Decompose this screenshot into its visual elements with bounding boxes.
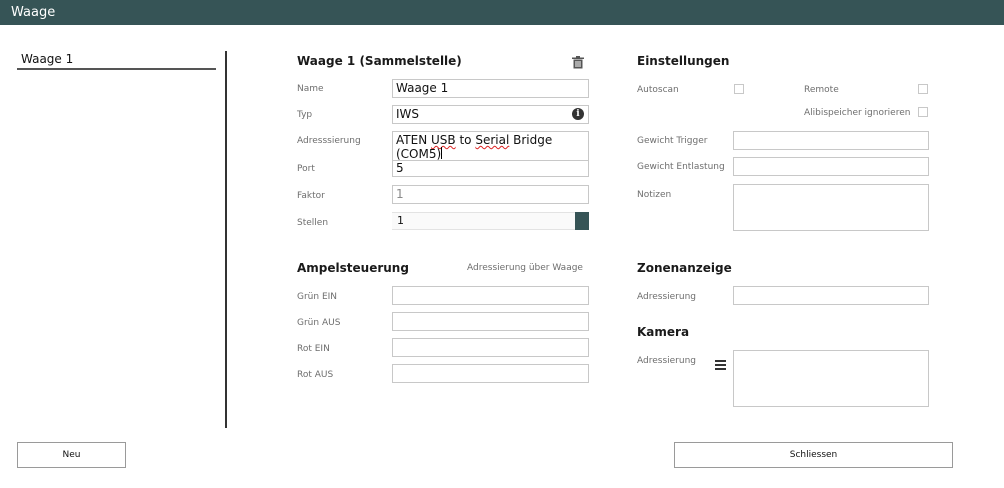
adressierung-line-2: (COM5) (396, 147, 442, 161)
stellen-label: Stellen (297, 218, 329, 228)
gruen-aus-label: Grün AUS (297, 318, 341, 328)
schliessen-button-label: Schliessen (789, 450, 838, 460)
faktor-label: Faktor (297, 191, 325, 201)
neu-button-label: Neu (62, 450, 81, 460)
notizen-textarea[interactable] (733, 184, 929, 231)
adressierung-input[interactable]: ATEN USB to Serial Bridge (COM5) (392, 131, 589, 162)
gewicht-trigger-label: Gewicht Trigger (637, 136, 708, 146)
name-label: Name (297, 84, 324, 94)
remote-label: Remote (804, 85, 839, 95)
stellen-slider-track[interactable] (392, 212, 575, 230)
stellen-value: 1 (397, 214, 404, 227)
gruen-ein-label: Grün EIN (297, 292, 338, 302)
adressierung-word-4: Serial (475, 133, 510, 147)
typ-label: Typ (297, 110, 313, 120)
kamera-adressierung-label: Adressierung (637, 356, 696, 366)
adressierung-word-5: Bridge (513, 133, 553, 147)
sidebar-item-label: Waage 1 (21, 52, 74, 66)
name-input-value: Waage 1 (396, 81, 449, 95)
rot-ein-label: Rot EIN (297, 344, 330, 354)
info-icon[interactable]: i (572, 108, 584, 120)
typ-select[interactable]: IWS (392, 105, 589, 124)
sidebar-item-selected-indicator (17, 68, 216, 70)
alibi-checkbox[interactable] (918, 107, 928, 117)
stellen-slider-handle[interactable] (575, 212, 589, 230)
ampel-heading: Ampelsteuerung (297, 261, 409, 275)
window-title: Waage (11, 5, 56, 20)
menu-icon[interactable] (715, 355, 726, 370)
kamera-heading: Kamera (637, 325, 690, 339)
zonen-heading: Zonenanzeige (637, 261, 732, 275)
einstellungen-heading: Einstellungen (637, 54, 730, 68)
gruen-aus-input[interactable] (392, 312, 589, 331)
port-label: Port (297, 164, 315, 174)
faktor-input[interactable]: 1 (392, 185, 589, 204)
adressierung-word-3: to (459, 133, 472, 147)
kamera-adressierung-textarea[interactable] (733, 350, 929, 407)
sidebar-divider (225, 51, 227, 428)
schliessen-button[interactable]: Schliessen (674, 442, 953, 468)
zonen-adressierung-input[interactable] (733, 286, 929, 305)
gruen-ein-input[interactable] (392, 286, 589, 305)
remote-checkbox[interactable] (918, 84, 928, 94)
autoscan-checkbox[interactable] (734, 84, 744, 94)
typ-select-value: IWS (396, 107, 420, 121)
rot-aus-label: Rot AUS (297, 370, 334, 380)
gewicht-entlastung-label: Gewicht Entlastung (637, 162, 725, 172)
adressierung-word-2: USB (431, 133, 456, 147)
rot-aus-input[interactable] (392, 364, 589, 383)
adressierung-word-1: ATEN (396, 133, 428, 147)
notizen-label: Notizen (637, 190, 672, 200)
zonen-adressierung-label: Adressierung (637, 292, 696, 302)
gewicht-entlastung-input[interactable] (733, 157, 929, 176)
port-input[interactable]: 5 (392, 160, 589, 177)
gewicht-trigger-input[interactable] (733, 131, 929, 150)
adressierung-label: Adresssierung (297, 136, 361, 146)
text-caret (441, 147, 443, 159)
window-title-bar: Waage (0, 0, 1004, 25)
port-input-value: 5 (396, 161, 404, 175)
scale-heading: Waage 1 (Sammelstelle) (297, 54, 462, 68)
trash-icon[interactable] (572, 54, 584, 69)
rot-ein-input[interactable] (392, 338, 589, 357)
autoscan-label: Autoscan (637, 85, 679, 95)
name-input[interactable]: Waage 1 (392, 79, 589, 98)
neu-button[interactable]: Neu (17, 442, 126, 468)
alibi-label: Alibispeicher ignorieren (804, 108, 911, 118)
faktor-input-value: 1 (396, 187, 404, 201)
ampel-note: Adressierung über Waage (467, 263, 583, 273)
